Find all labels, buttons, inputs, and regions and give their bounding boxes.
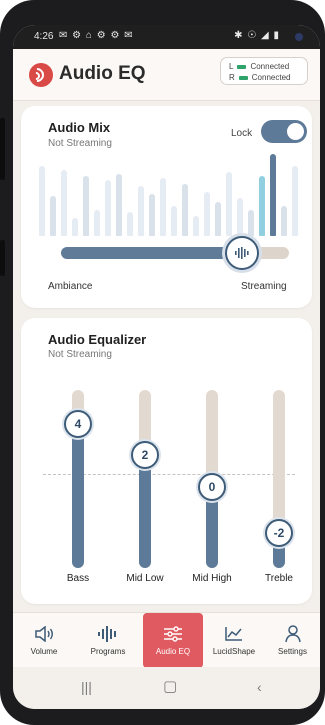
app-header: Audio EQ L Connected R Connected	[13, 49, 320, 101]
power-button	[0, 240, 5, 276]
visualizer-bar	[94, 210, 100, 236]
status-bar: 4:26 ✉ ⚙ ⌂ ⚙ ⚙ ✉ ✱ ☉ ◢ ▮	[13, 25, 320, 49]
waveform-icon	[235, 247, 249, 259]
visualizer-bar	[127, 212, 133, 236]
right-ear-label: R	[229, 73, 235, 82]
audio-mix-status: Not Streaming	[48, 138, 112, 149]
nav-audio-eq[interactable]: Audio EQ	[143, 613, 203, 668]
visualizer-bar	[270, 154, 276, 236]
audio-mix-card: Audio Mix Not Streaming Lock	[21, 106, 312, 308]
waveform-icon	[97, 625, 119, 643]
audio-visualizer	[31, 152, 301, 236]
speaker-icon	[34, 625, 54, 643]
equalizer-card: Audio Equalizer Not Streaming 4 Bass 2 M…	[21, 318, 312, 604]
mid-high-label: Mid High	[192, 573, 232, 584]
visualizer-bar	[182, 184, 188, 236]
nav-lucidshape[interactable]: LucidShape	[205, 613, 263, 668]
visualizer-bar	[171, 206, 177, 236]
status-time: 4:26	[34, 31, 54, 42]
visualizer-bar	[50, 196, 56, 236]
page-title: Audio EQ	[59, 63, 146, 84]
treble-slider-knob[interactable]: -2	[265, 519, 293, 547]
visualizer-bar	[149, 194, 155, 236]
left-status: Connected	[250, 62, 290, 71]
right-connected-indicator	[238, 75, 248, 80]
recent-apps-icon[interactable]: |||	[81, 679, 92, 695]
audio-logo-icon	[27, 63, 53, 87]
nav-programs-label: Programs	[90, 647, 126, 656]
back-icon[interactable]: ‹	[257, 679, 262, 695]
bass-label: Bass	[66, 573, 90, 584]
app-screen: 4:26 ✉ ⚙ ⌂ ⚙ ⚙ ✉ ✱ ☉ ◢ ▮ Audio EQ L Conn…	[13, 25, 320, 709]
audio-mix-title: Audio Mix	[48, 120, 111, 135]
right-status: Connected	[251, 73, 291, 82]
nav-programs[interactable]: Programs	[75, 613, 141, 668]
lock-toggle-knob	[287, 123, 304, 140]
sliders-icon	[163, 625, 183, 643]
visualizer-bar	[281, 206, 287, 236]
mix-slider-thumb[interactable]	[225, 236, 259, 270]
system-icons: ✱ ☉ ◢ ▮	[234, 30, 280, 41]
visualizer-bar	[226, 172, 232, 236]
nav-settings-label: Settings	[278, 647, 307, 656]
equalizer-title: Audio Equalizer	[48, 332, 147, 347]
nav-audio-eq-label: Audio EQ	[155, 647, 191, 656]
visualizer-bar	[160, 178, 166, 236]
visualizer-bar	[215, 202, 221, 236]
visualizer-bar	[248, 210, 254, 236]
phone-frame: 4:26 ✉ ⚙ ⌂ ⚙ ⚙ ✉ ✱ ☉ ◢ ▮ Audio EQ L Conn…	[0, 0, 325, 725]
bass-slider-knob[interactable]: 4	[64, 410, 92, 438]
lock-label: Lock	[231, 128, 253, 139]
chart-line-icon	[224, 625, 244, 643]
visualizer-bar	[259, 176, 265, 236]
visualizer-bar	[292, 166, 298, 236]
lock-toggle[interactable]	[261, 120, 307, 143]
left-connected-indicator	[237, 64, 247, 69]
person-icon	[284, 625, 301, 643]
visualizer-bar	[83, 176, 89, 236]
notification-icons: ✉ ⚙ ⌂ ⚙ ⚙ ✉	[59, 30, 134, 41]
visualizer-bar	[105, 180, 111, 236]
mid-high-slider-knob[interactable]: 0	[198, 473, 226, 501]
treble-label: Treble	[265, 573, 293, 584]
front-camera	[295, 33, 303, 41]
visualizer-bar	[138, 186, 144, 236]
visualizer-bar	[72, 218, 78, 236]
left-ear-label: L	[229, 62, 234, 71]
nav-lucidshape-label: LucidShape	[212, 647, 256, 656]
ambiance-label: Ambiance	[48, 281, 93, 292]
bottom-nav: Volume Programs Audio EQ LucidShape Sett…	[13, 612, 320, 668]
mid-low-label: Mid Low	[126, 573, 164, 584]
mid-low-slider-knob[interactable]: 2	[131, 441, 159, 469]
visualizer-bar	[39, 166, 45, 236]
visualizer-bar	[193, 216, 199, 236]
system-nav-bar: ||| ▢ ‹	[13, 667, 320, 709]
mix-slider-fill	[61, 247, 239, 259]
volume-button	[0, 118, 5, 180]
nav-volume-label: Volume	[30, 647, 58, 656]
nav-settings[interactable]: Settings	[265, 613, 320, 668]
nav-volume[interactable]: Volume	[13, 613, 75, 668]
equalizer-status: Not Streaming	[48, 349, 112, 360]
visualizer-bar	[237, 198, 243, 236]
streaming-label: Streaming	[241, 281, 287, 292]
visualizer-bar	[61, 170, 67, 236]
visualizer-bar	[116, 174, 122, 236]
home-icon[interactable]: ▢	[163, 677, 177, 695]
visualizer-bar	[204, 192, 210, 236]
connection-status: L Connected R Connected	[220, 57, 308, 85]
